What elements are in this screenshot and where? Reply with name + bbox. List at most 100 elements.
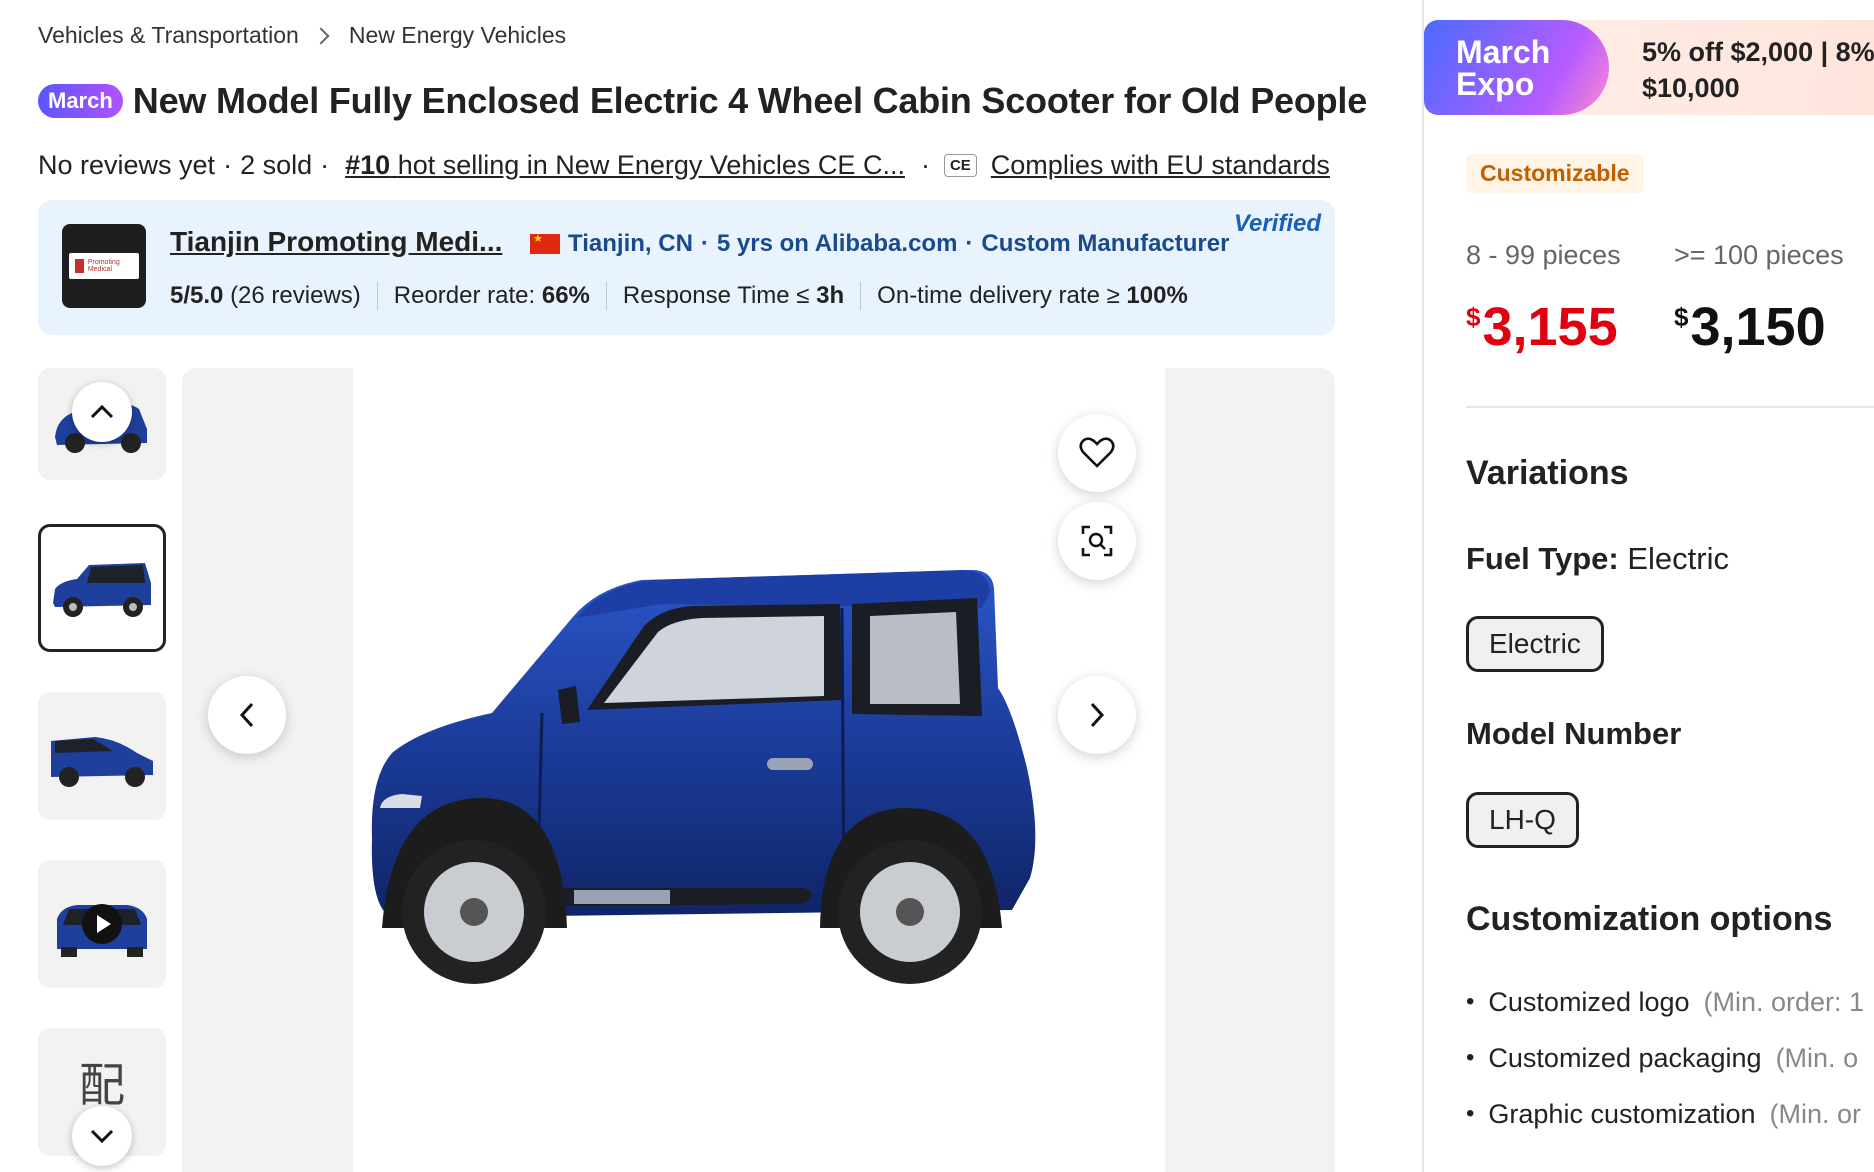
promo-discount-text: 5% off $2,000 | 8% $10,000: [1642, 34, 1874, 106]
thumbnails-up-button[interactable]: [72, 382, 132, 442]
prev-image-button[interactable]: [208, 676, 286, 754]
product-title: New Model Fully Enclosed Electric 4 Whee…: [132, 80, 1368, 121]
currency-symbol: $: [1466, 302, 1481, 332]
currency-symbol: $: [1674, 302, 1689, 332]
breadcrumb: Vehicles & Transportation New Energy Veh…: [38, 22, 566, 49]
customization-heading: Customization options: [1466, 900, 1833, 938]
breadcrumb-item-new-energy[interactable]: New Energy Vehicles: [349, 22, 566, 49]
favorite-button[interactable]: [1058, 414, 1136, 492]
customization-label: Customized logo: [1488, 986, 1690, 1017]
supplier-name-link[interactable]: Tianjin Promoting Medi...: [170, 226, 502, 258]
image-search-icon: [1081, 525, 1113, 557]
chevron-down-icon: [90, 1129, 114, 1144]
model-number-heading: Model Number: [1466, 716, 1682, 751]
march-expo-logo: March Expo: [1424, 20, 1609, 115]
customization-item: Customized packaging (Min. o: [1466, 1030, 1864, 1086]
promo-line1: 5% off $2,000 | 8%: [1642, 37, 1874, 67]
reorder-rate: Reorder rate: 66%: [376, 282, 606, 310]
thumbnail-4-video[interactable]: [38, 860, 166, 988]
customization-min-order: (Min. order: 1: [1703, 986, 1865, 1017]
customization-label: Customized packaging: [1488, 1042, 1762, 1073]
price-tier-1-amount: 3,155: [1482, 297, 1618, 357]
customization-label: Graphic customization: [1488, 1098, 1756, 1129]
supplier-logo-mark: [75, 259, 84, 273]
price-tier-2: $3,150: [1674, 296, 1826, 358]
rating-reviews: (26 reviews): [230, 282, 361, 309]
supplier-location: Tianjin, CN · 5 yrs on Alibaba.com · Cus…: [530, 230, 1229, 258]
car-image: [371, 570, 1036, 984]
response-time: Response Time ≤ 3h: [605, 282, 860, 310]
ranking-text: hot selling in New Energy Vehicles CE C.…: [397, 150, 905, 180]
breadcrumb-item-vehicles[interactable]: Vehicles & Transportation: [38, 22, 299, 49]
reorder-label: Reorder rate:: [393, 282, 536, 309]
meta-separator: ·: [920, 150, 930, 180]
next-image-button[interactable]: [1058, 676, 1136, 754]
ranking-link[interactable]: #10 hot selling in New Energy Vehicles C…: [345, 150, 905, 181]
variations-heading: Variations: [1466, 454, 1629, 492]
car-thumbnail-image: [51, 737, 153, 787]
fuel-type-value: Electric: [1627, 541, 1729, 576]
main-product-image[interactable]: [182, 368, 1335, 1172]
image-search-button[interactable]: [1058, 502, 1136, 580]
supplier-logo[interactable]: Promoting Medical: [62, 224, 146, 308]
play-icon: [82, 904, 122, 944]
verified-badge[interactable]: Verified: [1234, 210, 1321, 238]
supplier-years: 5 yrs on Alibaba.com: [716, 230, 958, 257]
promo-logo-line2: Expo: [1456, 66, 1535, 102]
supplier-rating[interactable]: 5/5.0 (26 reviews): [170, 282, 377, 310]
customization-list: Customized logo (Min. order: 1 Customize…: [1466, 974, 1864, 1142]
sold-count: 2 sold: [240, 150, 313, 180]
fuel-type-label: Fuel Type:: [1466, 541, 1619, 576]
purchase-panel: March Expo 5% off $2,000 | 8% $10,000 Cu…: [1422, 0, 1874, 1172]
march-badge: March: [38, 84, 123, 118]
supplier-card: Promoting Medical Tianjin Promoting Medi…: [38, 200, 1335, 335]
customization-min-order: (Min. o: [1775, 1042, 1859, 1073]
price-tier-1-label: 8 - 99 pieces: [1466, 240, 1621, 270]
heart-icon: [1079, 437, 1115, 468]
car-thumbnail-image: [53, 563, 151, 617]
divider: [1466, 406, 1874, 408]
price-tier-2-label: >= 100 pieces: [1674, 240, 1844, 270]
supplier-logo-plate: Promoting Medical: [69, 253, 139, 279]
response-label: Response Time ≤: [622, 282, 810, 309]
customizable-badge: Customizable: [1466, 154, 1644, 193]
supplier-city: Tianjin, CN: [568, 230, 693, 257]
chevron-right-icon: [1090, 702, 1105, 728]
dot-separator: ·: [965, 230, 974, 257]
customization-item: Customized logo (Min. order: 1: [1466, 974, 1864, 1030]
ontime-delivery: On-time delivery rate ≥ 100%: [860, 282, 1204, 310]
thumbnail-3[interactable]: [38, 692, 166, 820]
supplier-stats: 5/5.0 (26 reviews) Reorder rate: 66% Res…: [170, 282, 1204, 310]
fuel-option-electric[interactable]: Electric: [1466, 616, 1604, 672]
promo-line2: $10,000: [1642, 73, 1740, 103]
dot-separator: ·: [700, 230, 709, 257]
ontime-value: 100%: [1126, 282, 1188, 309]
china-flag-icon: [530, 232, 560, 254]
customization-item: Graphic customization (Min. or: [1466, 1086, 1864, 1142]
rating-value: 5/5.0: [170, 282, 224, 309]
reorder-value: 66%: [541, 282, 590, 309]
ranking-number: #10: [345, 150, 391, 180]
eu-compliance-link[interactable]: Complies with EU standards: [991, 150, 1330, 181]
product-page: Vehicles & Transportation New Energy Veh…: [0, 0, 1874, 1172]
promo-logo-line1: March: [1456, 34, 1551, 70]
chevron-up-icon: [90, 404, 114, 419]
chevron-left-icon: [239, 702, 254, 728]
meta-separator: ·: [223, 150, 233, 180]
product-meta: No reviews yet · 2 sold · #10 hot sellin…: [38, 150, 1330, 181]
customization-min-order: (Min. or: [1769, 1098, 1862, 1129]
march-expo-banner[interactable]: March Expo 5% off $2,000 | 8% $10,000: [1424, 20, 1874, 115]
model-option-lh-q[interactable]: LH-Q: [1466, 792, 1579, 848]
meta-separator: ·: [320, 150, 330, 180]
supplier-type: Custom Manufacturer: [981, 230, 1230, 257]
thumbnail-2[interactable]: [38, 524, 166, 652]
chevron-right-icon: [312, 27, 330, 44]
ontime-label: On-time delivery rate ≥: [877, 282, 1120, 309]
ce-icon: CE: [943, 154, 977, 177]
price-tier-2-amount: 3,150: [1690, 297, 1826, 357]
thumbnails-down-button[interactable]: [72, 1106, 132, 1166]
supplier-logo-text: Promoting Medical: [87, 259, 120, 273]
title-row: March New Model Fully Enclosed Electric …: [38, 80, 1367, 122]
fuel-type-line: Fuel Type: Electric: [1466, 541, 1729, 577]
price-tier-1: $3,155: [1466, 296, 1618, 358]
